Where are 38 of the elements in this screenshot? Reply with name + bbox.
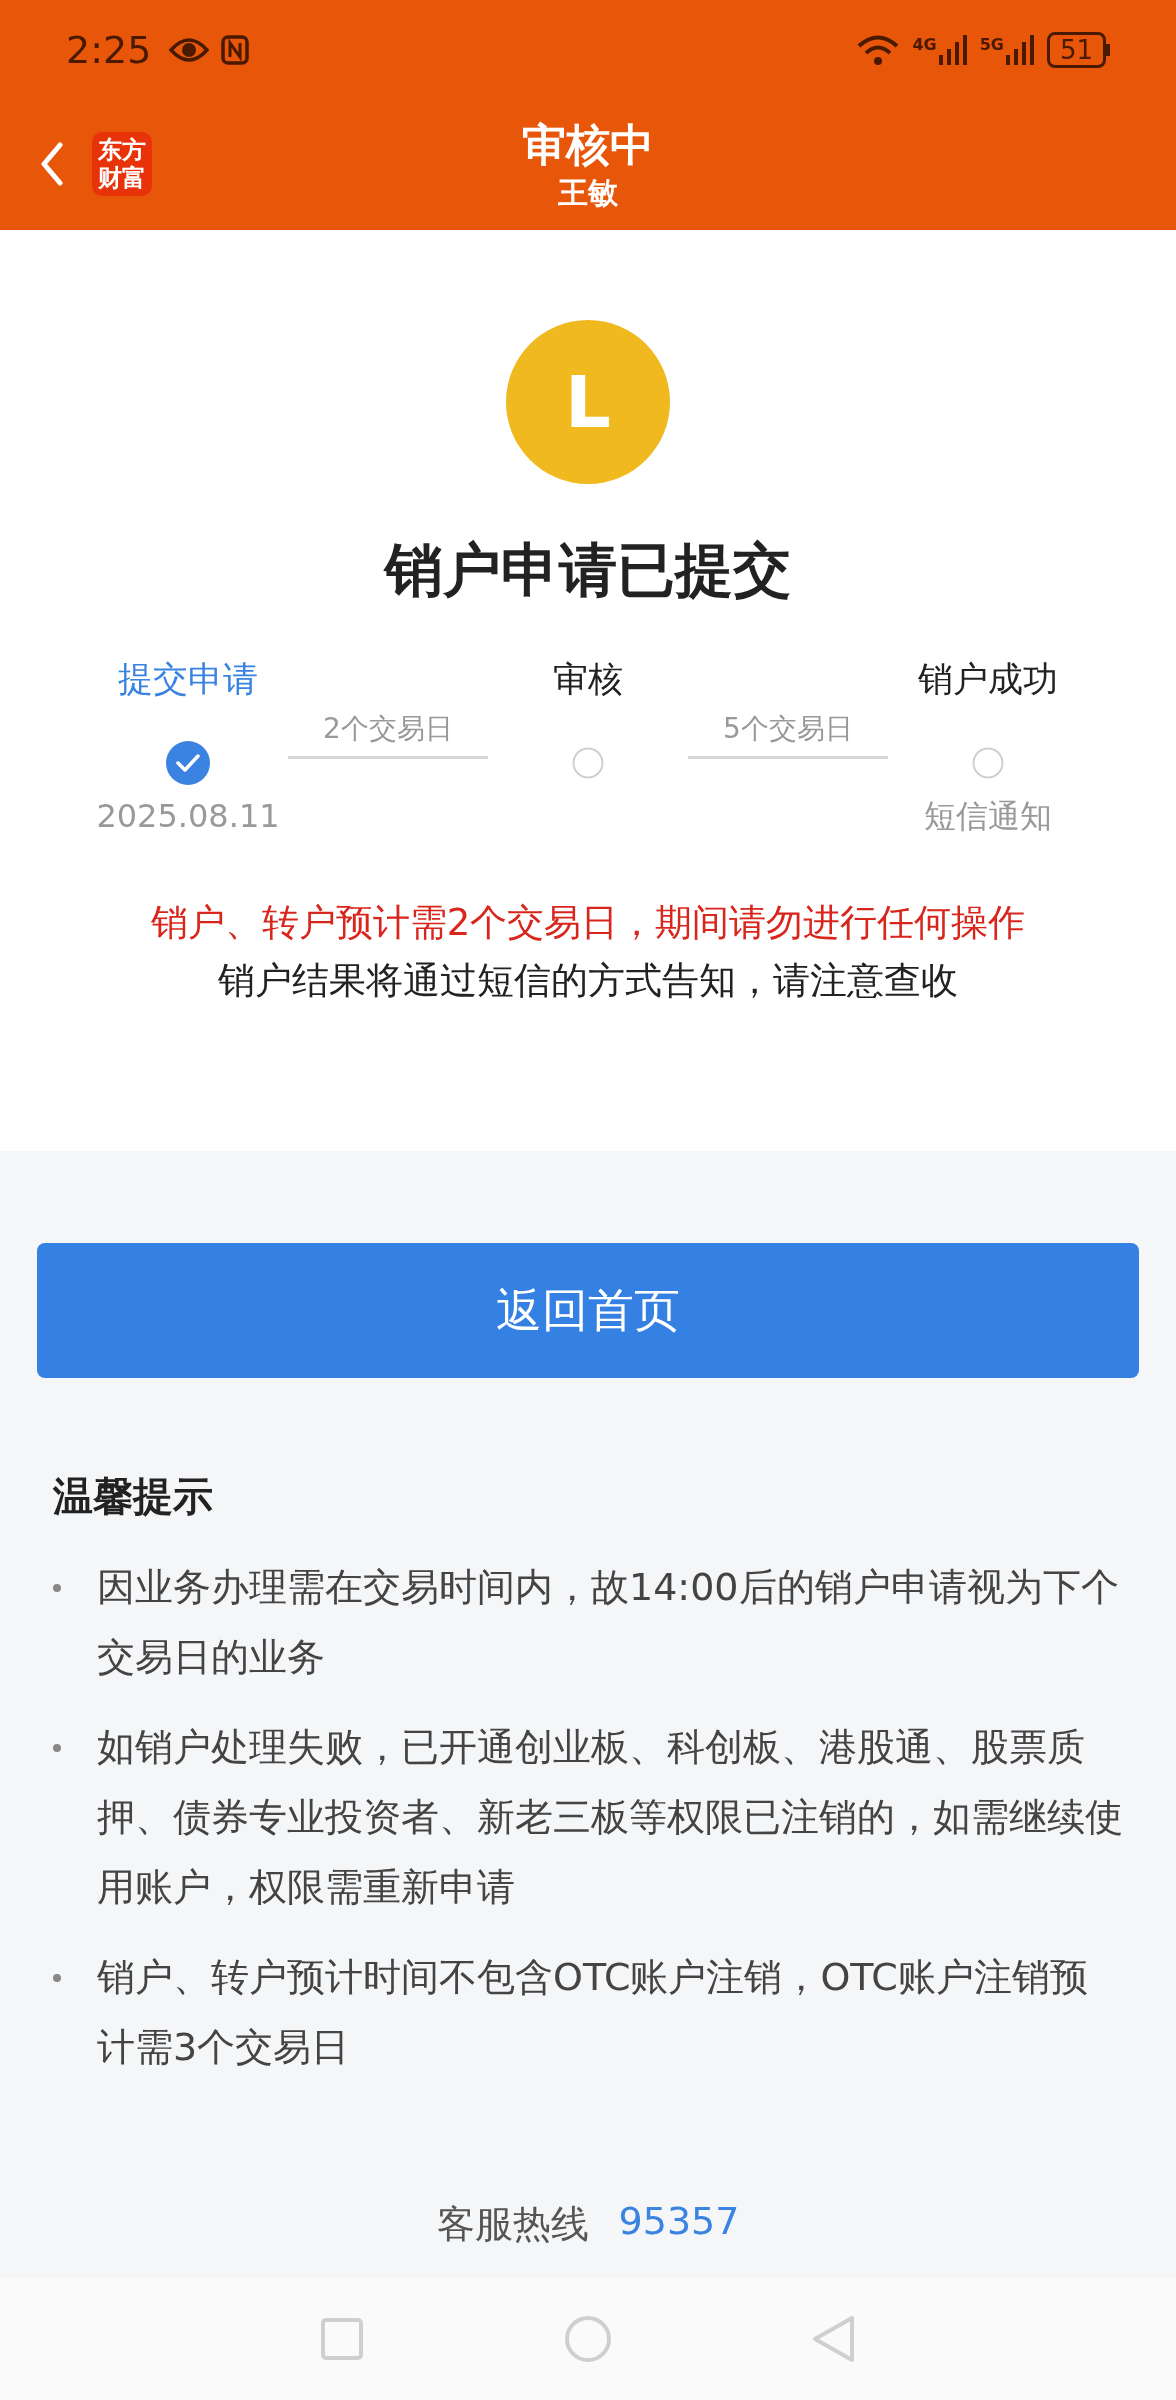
- logo-text: 东方: [98, 136, 146, 164]
- tip-text: 如销户处理失败，已开通创业板、科创板、港股通、股票质押、债券专业投资者、新老三板等权限已注销的，如需继续使用账户，权限需重新申请: [97, 1724, 1123, 1911]
- network-type: 5G: [979, 35, 1004, 54]
- nfc-icon: [221, 35, 250, 65]
- logo-text: 财富: [98, 164, 146, 192]
- duration-label: 5个交易日: [722, 711, 854, 747]
- battery-level: 51: [1046, 32, 1106, 68]
- back-nav-icon: [812, 2315, 856, 2363]
- signal-icon: [937, 35, 968, 65]
- step-note: 短信通知: [924, 796, 1052, 837]
- clock-time: 2:25: [66, 28, 152, 72]
- page-subtitle: 王敏: [558, 174, 618, 212]
- tips-title: 温馨提示: [53, 1472, 214, 1521]
- step-label: 提交申请: [118, 658, 258, 701]
- wifi-icon: [856, 33, 901, 67]
- tip-text: 因业务办理需在交易时间内，故14:00后的销户申请视为下个交易日的业务: [97, 1564, 1120, 1681]
- step-note: 2025.08.11: [96, 796, 280, 837]
- bullet-icon: [53, 1584, 61, 1592]
- result-heading: 销户申请已提交: [385, 535, 791, 606]
- home-icon: [564, 2315, 612, 2363]
- hotline-label: 客服热线: [436, 2201, 589, 2248]
- eye-icon: [169, 36, 210, 64]
- signal-icon: [1004, 35, 1035, 65]
- page-title: 审核中: [522, 118, 654, 172]
- back-icon: [40, 142, 64, 186]
- hotline-link[interactable]: 95357: [618, 2199, 740, 2250]
- status-icon: L: [506, 320, 670, 484]
- recents-icon: [320, 2317, 364, 2361]
- network-type: 4G: [912, 35, 937, 54]
- step-label: 审核: [553, 658, 623, 701]
- home-button[interactable]: 返回首页: [37, 1243, 1139, 1378]
- bullet-icon: [53, 1974, 61, 1982]
- tip-text: 销户、转户预计时间不包含OTC账户注销，OTC账户注销预计需3个交易日: [97, 1954, 1089, 2071]
- warning-text: 销户、转户预计需2个交易日，期间请勿进行任何操作: [150, 900, 1026, 946]
- step-label: 销户成功: [918, 658, 1058, 701]
- bullet-icon: [53, 1744, 61, 1752]
- info-text: 销户结果将通过短信的方式告知，请注意查收: [218, 958, 958, 1004]
- duration-label: 2个交易日: [322, 711, 454, 747]
